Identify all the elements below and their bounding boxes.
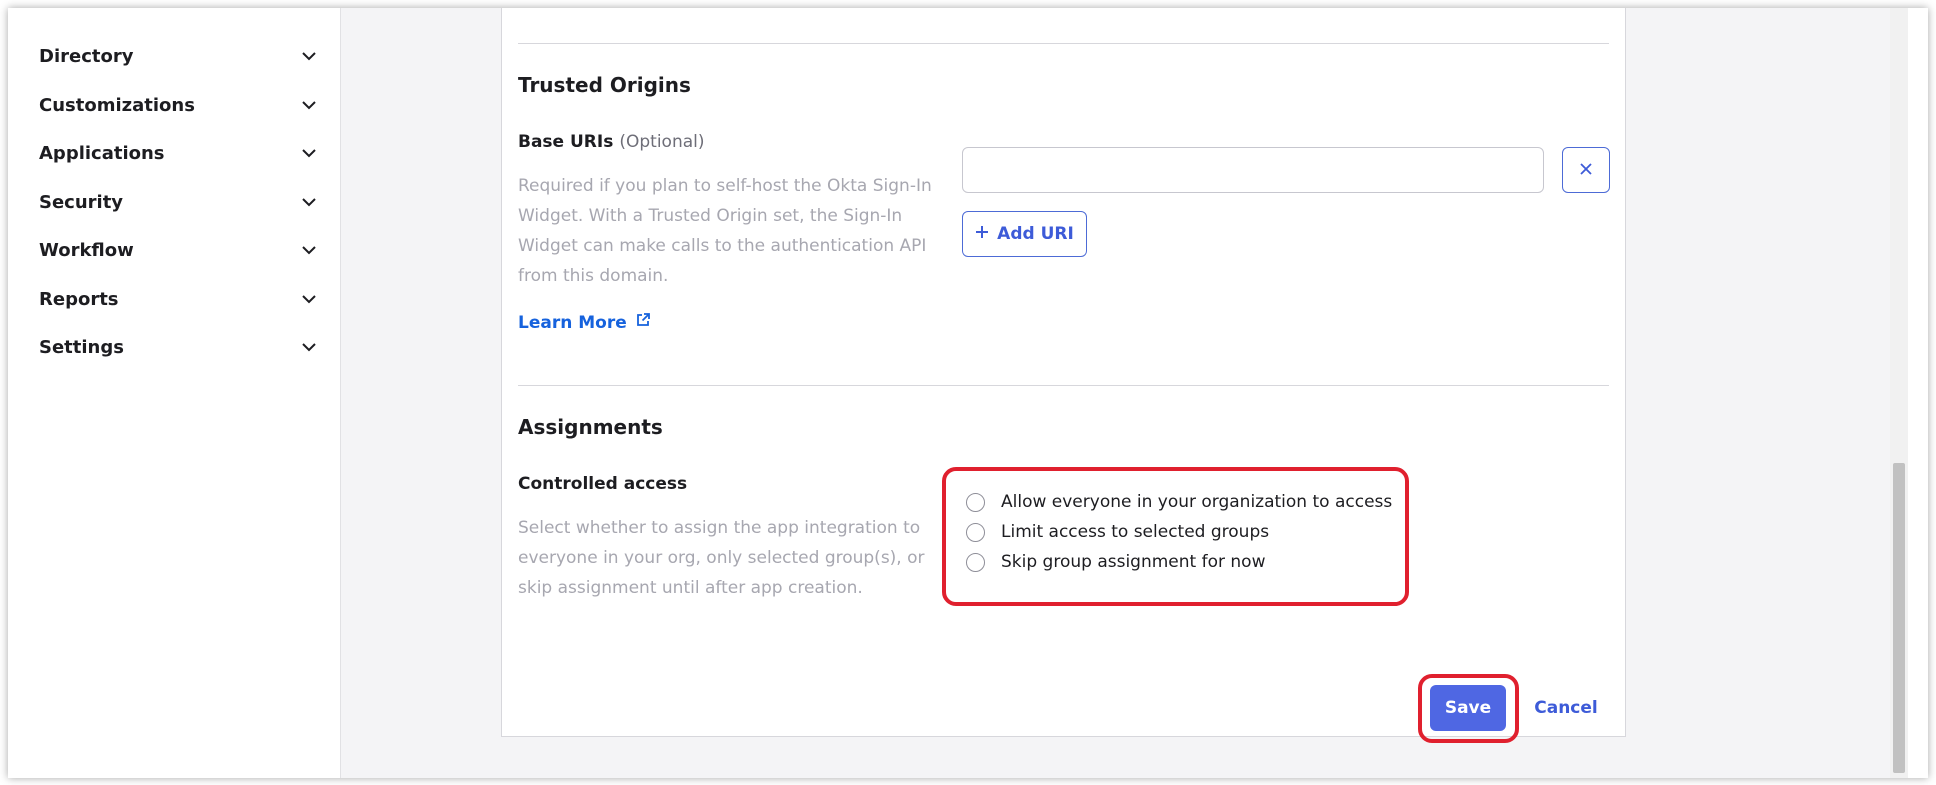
radio-allow-everyone[interactable]: Allow everyone in your organization to a… — [966, 487, 1392, 517]
base-uris-help: Required if you plan to self-host the Ok… — [518, 171, 938, 291]
trusted-origins-title: Trusted Origins — [518, 73, 691, 97]
radio-button[interactable] — [966, 522, 985, 542]
base-uris-label-text: Base URIs — [518, 132, 614, 152]
sidebar-item-settings[interactable]: Settings — [39, 327, 319, 367]
sidebar-item-applications[interactable]: Applications — [39, 133, 319, 173]
save-button[interactable]: Save — [1430, 685, 1506, 731]
sidebar-item-label: Settings — [39, 336, 124, 358]
section-divider — [518, 385, 1609, 386]
sidebar: Directory Customizations Applications Se… — [8, 8, 341, 778]
external-link-icon — [635, 312, 651, 333]
remove-uri-button[interactable] — [1562, 147, 1610, 193]
controlled-access-label: Controlled access — [518, 474, 688, 494]
radio-label: Allow everyone in your organization to a… — [1001, 492, 1393, 512]
chevron-down-icon — [299, 46, 319, 66]
help-line: Select whether to assign the app integra… — [518, 518, 921, 538]
vertical-scrollbar[interactable] — [1890, 8, 1908, 778]
sidebar-item-security[interactable]: Security — [39, 182, 319, 222]
learn-more-label: Learn More — [518, 312, 627, 333]
radio-limit-groups[interactable]: Limit access to selected groups — [966, 517, 1269, 547]
radio-label: Limit access to selected groups — [1001, 522, 1270, 542]
sidebar-item-label: Workflow — [39, 239, 134, 261]
learn-more-link[interactable]: Learn More — [518, 312, 651, 333]
sidebar-item-label: Reports — [39, 288, 119, 310]
radio-button[interactable] — [966, 552, 985, 572]
radio-skip-assignment[interactable]: Skip group assignment for now — [966, 547, 1265, 577]
sidebar-item-label: Directory — [39, 45, 134, 67]
radio-button[interactable] — [966, 492, 985, 512]
chevron-down-icon — [299, 143, 319, 163]
help-line: Required if you plan to self-host the Ok… — [518, 176, 932, 196]
section-divider — [518, 43, 1609, 44]
optional-tag: (Optional) — [619, 132, 705, 152]
sidebar-item-workflow[interactable]: Workflow — [39, 230, 319, 270]
chevron-down-icon — [299, 289, 319, 309]
close-icon — [1579, 161, 1593, 180]
help-line: Widget can make calls to the authenticat… — [518, 236, 927, 256]
chevron-down-icon — [299, 192, 319, 212]
add-uri-label: Add URI — [997, 224, 1074, 244]
radio-label: Skip group assignment for now — [1001, 552, 1266, 572]
chevron-down-icon — [299, 95, 319, 115]
help-line: from this domain. — [518, 266, 669, 286]
sidebar-item-customizations[interactable]: Customizations — [39, 85, 319, 125]
help-line: skip assignment until after app creation… — [518, 578, 863, 598]
help-line: everyone in your org, only selected grou… — [518, 548, 925, 568]
base-uri-input[interactable] — [962, 147, 1544, 193]
sidebar-item-label: Security — [39, 191, 124, 213]
app-window: Directory Customizations Applications Se… — [8, 8, 1928, 778]
help-line: Widget. With a Trusted Origin set, the S… — [518, 206, 903, 226]
controlled-access-help: Select whether to assign the app integra… — [518, 513, 938, 603]
assignments-title: Assignments — [518, 415, 663, 439]
chevron-down-icon — [299, 337, 319, 357]
app-settings-form: Trusted Origins Base URIs (Optional) Requ… — [501, 8, 1626, 743]
cancel-button[interactable]: Cancel — [1526, 685, 1606, 731]
chevron-down-icon — [299, 240, 319, 260]
base-uris-label: Base URIs (Optional) — [518, 132, 705, 152]
sidebar-item-reports[interactable]: Reports — [39, 279, 319, 319]
sidebar-item-label: Applications — [39, 142, 165, 164]
sidebar-item-directory[interactable]: Directory — [39, 36, 319, 76]
main-content: Trusted Origins Base URIs (Optional) Requ… — [341, 8, 1908, 778]
sidebar-item-label: Customizations — [39, 94, 195, 116]
scrollbar-thumb[interactable] — [1893, 463, 1905, 773]
controlled-access-options: Allow everyone in your organization to a… — [942, 467, 1409, 606]
plus-icon — [975, 224, 989, 244]
add-uri-button[interactable]: Add URI — [962, 211, 1087, 257]
